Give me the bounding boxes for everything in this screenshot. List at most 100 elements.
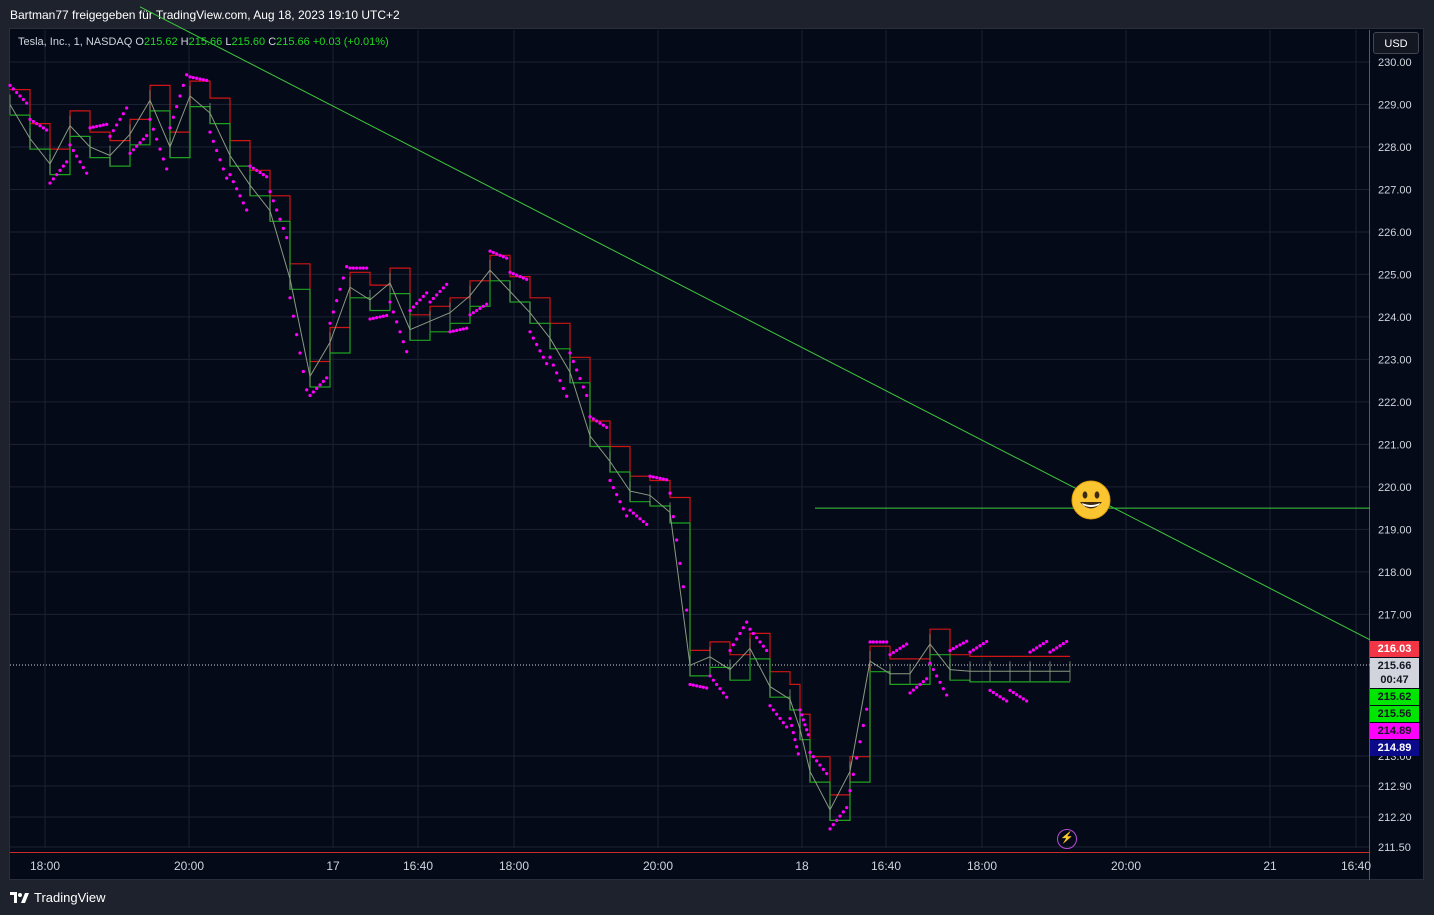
psar-dot [781,721,785,725]
psar-dot [878,640,882,644]
psar-dot [421,294,425,298]
smiley-face-icon[interactable] [1071,480,1111,520]
psar-dot [31,119,35,124]
psar-dot [981,642,985,646]
price-chart[interactable]: 230.00 229.00 228.00 227.00 226.00 225.00 224.… [0,0,1434,915]
tradingview-logo[interactable]: TradingView [10,890,106,905]
psar-dot [651,475,655,479]
psar-dot [535,342,539,347]
psar-dot [345,265,349,269]
psar-dot [308,393,312,398]
time-tick-label: 18 [795,859,809,873]
psar-dot [848,789,852,793]
high-value: 215.66 [188,36,223,48]
time-axis[interactable]: 18:00 20:00 17 16:40 18:00 20:00 18 16:40 18:00 2… [30,859,1371,873]
psar-dot [908,691,912,695]
psar-dot [1055,646,1059,650]
psar-dot [951,646,955,651]
psar-dot [796,752,800,756]
psar-dot [38,124,42,128]
psar-dot [321,379,325,383]
ohlc-legend: Tesla, Inc., 1, NASDAQ O215.62 H215.66 L… [18,36,389,48]
psar-dot [821,767,825,772]
psar-dot [225,176,229,180]
psar-dot [745,620,749,624]
psar-dot [721,691,725,695]
psar-dot [985,639,989,644]
psar-dot [575,368,579,372]
psar-dot [438,289,442,294]
psar-dot [328,321,332,325]
psar-dot [358,266,362,270]
psar-dot [28,117,32,121]
psar-dot [648,474,652,478]
psar-dot [465,326,469,330]
psar-dot [468,313,472,317]
psar-dot [241,201,245,205]
psar-dot [255,168,259,172]
psar-dot [1058,644,1062,648]
psar-dot [655,476,659,480]
psar-dot [351,266,355,270]
psar-dot [545,362,549,366]
psar-dot [175,105,179,109]
psar-dot [945,693,949,697]
psar-dot [385,313,389,318]
time-tick-label: 18:00 [30,859,60,873]
psar-dot [845,806,849,810]
psar-dot [788,716,792,721]
psar-dot [661,477,665,481]
psar-dot [1025,699,1029,703]
psar-dot [111,129,115,133]
psar-dot [765,648,769,653]
psar-dot [1011,690,1015,695]
psar-dot [445,282,449,286]
psar-dot [81,165,85,170]
psar-dot [218,158,222,162]
psar-dot [58,168,62,172]
psar-dot [741,626,745,630]
psar-dot [818,763,822,767]
psar-dot [528,330,532,334]
psar-dot [375,316,379,320]
psar-dot [611,485,615,490]
price-tag: 216.03 [1370,641,1419,657]
psar-dot [15,90,19,95]
psar-dot [261,172,265,177]
psar-dot [591,417,595,421]
psar-dot [211,139,215,143]
time-tick-label: 20:00 [1111,859,1141,873]
psar-dot [851,772,855,776]
psar-dot [258,170,262,175]
grid [10,30,1370,880]
psar-dot [671,515,675,519]
psar-dot [288,296,292,300]
currency-button[interactable]: USD [1373,32,1419,54]
psar-dot [881,640,885,644]
psar-dot [418,298,422,302]
psar-dot [508,270,512,274]
psar-dot [618,500,622,504]
psar-dot [1065,639,1069,644]
psar-dot [518,274,522,279]
psar-dot [265,175,269,179]
psar-dot [911,688,915,692]
psar-dot [368,317,372,321]
psar-dot [1051,648,1055,652]
psar-dot [331,310,335,314]
psar-dot [391,310,395,314]
price-tag: 214.89 [1370,723,1419,739]
psar-dot [871,640,875,644]
lightning-icon[interactable]: ⚡ [1057,829,1077,849]
psar-dot [638,517,642,521]
price-tick-label: 212.20 [1378,812,1412,824]
open-value: 215.62 [143,36,178,48]
ma-green-line [10,106,1070,821]
psar-dot [708,674,712,678]
psar-dot [488,249,492,253]
psar-dot [541,355,545,359]
psar-dot [605,425,609,429]
psar-dot [8,83,12,87]
psar-dot [75,154,79,158]
psar-dot [691,683,695,687]
